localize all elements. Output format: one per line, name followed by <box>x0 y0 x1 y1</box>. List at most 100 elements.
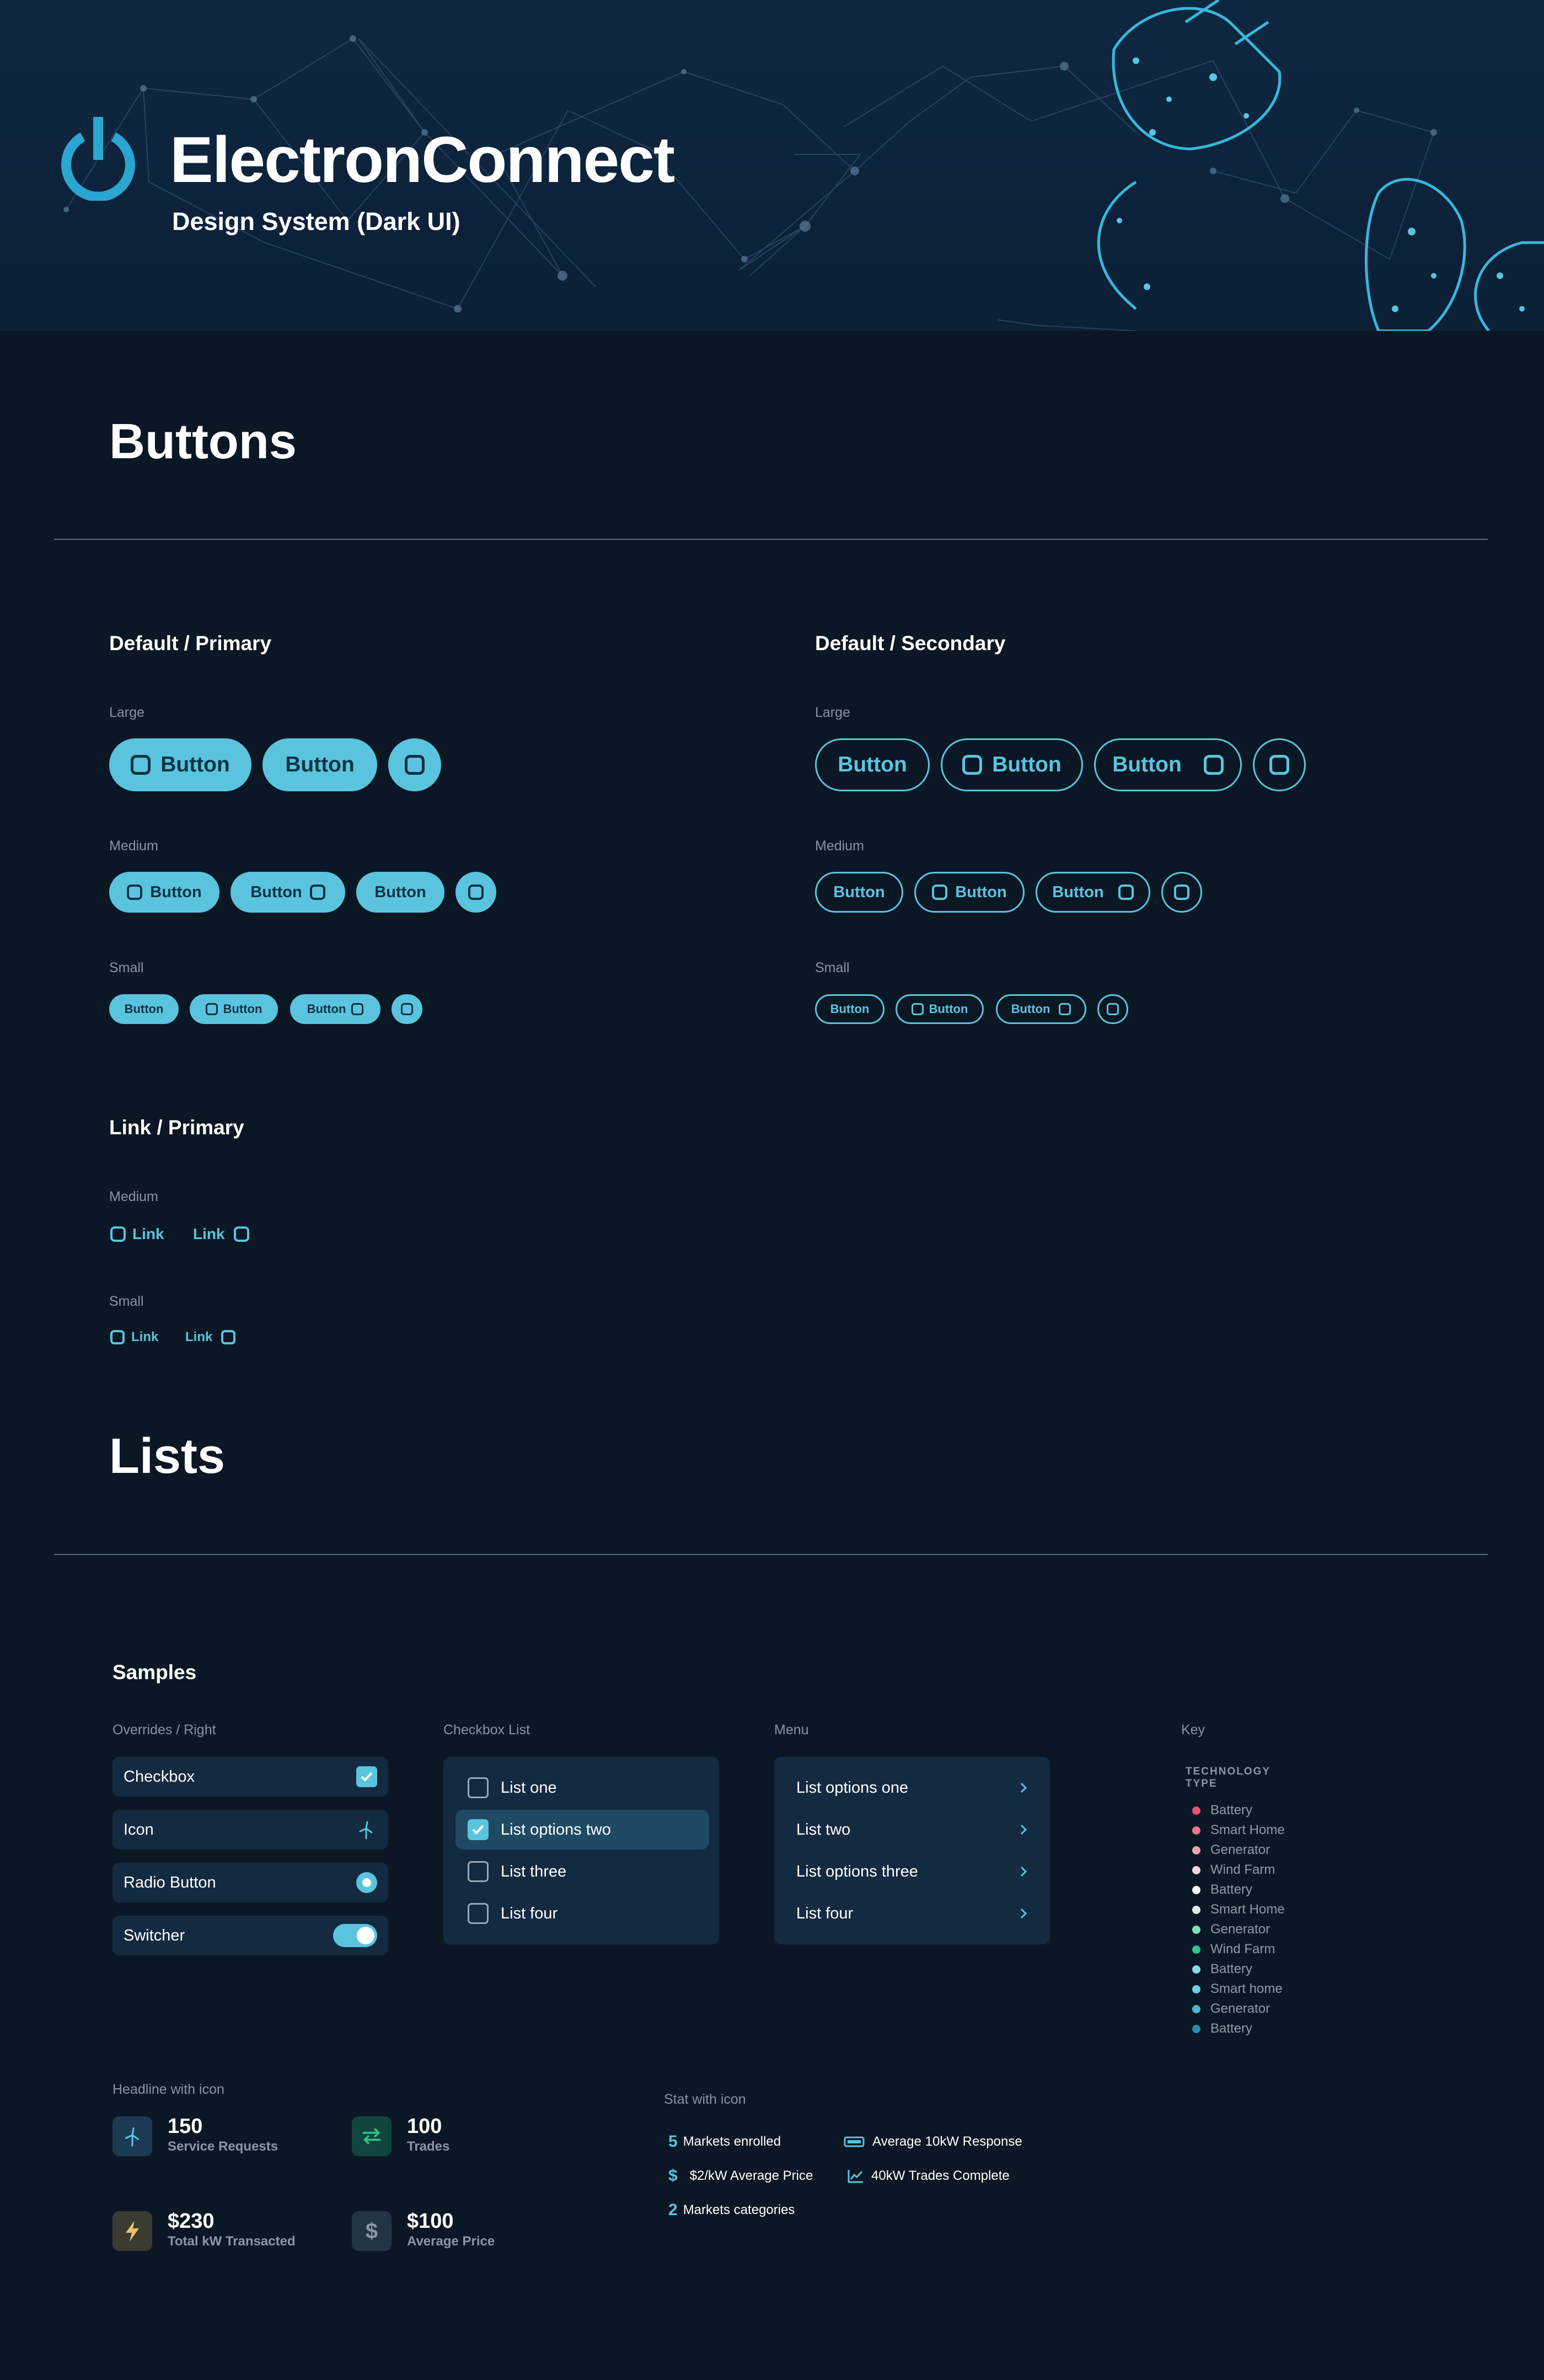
primary-medium-button-icon-right[interactable]: Button <box>230 872 345 913</box>
primary-small-icon-button[interactable] <box>392 994 422 1024</box>
primary-medium-button[interactable]: Button <box>356 872 444 913</box>
radio-button[interactable] <box>356 1872 377 1893</box>
list-item-icon[interactable]: Icon <box>112 1810 388 1850</box>
primary-medium-icon-button[interactable] <box>455 872 496 913</box>
stat-text: $2/kW Average Price <box>689 2168 813 2183</box>
link-group-title: Link / Primary <box>109 1116 244 1139</box>
checkbox-icon[interactable] <box>468 1861 489 1882</box>
list-item-switcher[interactable]: Switcher <box>112 1916 388 1955</box>
checkbox-list-item[interactable]: List one <box>455 1768 709 1808</box>
primary-large-button[interactable]: Button <box>262 738 377 791</box>
primary-large-icon-button[interactable] <box>388 738 441 791</box>
secondary-large-button-icon-left[interactable]: Button <box>941 738 1083 791</box>
key-legend-label: Battery <box>1210 1961 1253 1976</box>
link-label: Link <box>131 1330 159 1344</box>
link-label: Link <box>193 1225 225 1242</box>
primary-small-button[interactable]: Button <box>109 994 179 1024</box>
list-item-label: List one <box>501 1778 557 1797</box>
key-legend-label: Smart home <box>1210 1981 1283 1996</box>
secondary-large-icon-button[interactable] <box>1253 738 1306 791</box>
checkbox-checked-icon[interactable] <box>468 1819 489 1840</box>
menu-item[interactable]: List four <box>774 1894 1050 1933</box>
headline-caption: Service Requests <box>168 2139 278 2154</box>
link-medium-icon-left[interactable]: Link <box>110 1223 164 1245</box>
primary-small-button-icon-left[interactable]: Button <box>190 994 278 1024</box>
square-icon <box>110 1226 126 1242</box>
key-legend-item: Smart home <box>1192 1981 1283 1997</box>
menu-label: Menu <box>774 1722 809 1738</box>
lightning-icon <box>112 2211 152 2251</box>
key-legend-label: Generator <box>1210 1842 1270 1857</box>
brand-title: ElectronConnect <box>170 124 675 196</box>
menu-item[interactable]: List options one <box>774 1768 1050 1808</box>
list-item-checkbox[interactable]: Checkbox <box>112 1757 388 1797</box>
button-label: Button <box>1052 883 1104 901</box>
secondary-medium-icon-button[interactable] <box>1161 872 1202 913</box>
key-legend-label: Wind Farm <box>1210 1862 1275 1877</box>
secondary-small-button-icon-left[interactable]: Button <box>896 994 984 1024</box>
stat-item: 40kW Trades Complete <box>847 2166 1010 2186</box>
link-label: Link <box>132 1225 164 1242</box>
button-label: Button <box>1112 753 1182 776</box>
key-legend-label: Battery <box>1210 2021 1253 2036</box>
square-icon <box>1059 1003 1071 1015</box>
key-legend-item: Battery <box>1192 1802 1252 1819</box>
checkbox-list-item[interactable]: List four <box>455 1894 709 1933</box>
button-label: Button <box>374 883 426 901</box>
buttons-section-title: Buttons <box>109 414 297 469</box>
secondary-medium-button-icon-left[interactable]: Button <box>914 872 1025 913</box>
checkbox-list-item[interactable]: List three <box>455 1852 709 1891</box>
button-label: Button <box>830 1002 870 1016</box>
list-item-label: List options two <box>501 1820 611 1838</box>
list-item-label: List three <box>501 1862 567 1880</box>
menu-item-label: List two <box>796 1820 851 1838</box>
button-label: Button <box>838 753 907 776</box>
secondary-medium-button-icon-right[interactable]: Button <box>1036 872 1150 913</box>
checkbox-icon[interactable] <box>468 1777 489 1798</box>
link-small-icon-left[interactable]: Link <box>110 1327 158 1347</box>
secondary-large-button-icon-right[interactable]: Button <box>1094 738 1242 791</box>
headline-value: $230 <box>168 2210 215 2233</box>
square-icon <box>205 1003 218 1015</box>
menu-item[interactable]: List two <box>774 1810 1050 1850</box>
secondary-large-button[interactable]: Button <box>815 738 930 791</box>
header-banner: ElectronConnect Design System (Dark UI) <box>0 0 1544 331</box>
checkbox-checked-icon[interactable] <box>356 1766 377 1787</box>
key-legend-item: Battery <box>1192 2020 1252 2037</box>
line-chart-icon <box>848 2170 863 2183</box>
divider <box>54 1554 1488 1555</box>
swap-arrows-icon <box>352 2116 392 2156</box>
list-item-radio-button[interactable]: Radio Button <box>112 1863 388 1902</box>
primary-small-button-icon-right[interactable]: Button <box>290 994 380 1024</box>
key-legend-label: Smart Home <box>1210 1902 1285 1917</box>
secondary-small-icon-button[interactable] <box>1097 994 1128 1024</box>
list-item-label: List four <box>501 1904 558 1922</box>
square-icon <box>401 1003 413 1015</box>
chevron-right-icon <box>1020 1908 1027 1919</box>
secondary-small-button[interactable]: Button <box>815 994 884 1024</box>
headline-caption: Trades <box>407 2139 450 2154</box>
primary-small-label: Small <box>109 960 144 975</box>
primary-medium-button-icon-left[interactable]: Button <box>109 872 219 913</box>
key-legend-label: Generator <box>1210 2001 1270 2016</box>
secondary-group-title: Default / Secondary <box>815 632 1006 655</box>
toggle-switch[interactable] <box>333 1924 377 1947</box>
legend-dot-icon <box>1192 1925 1200 1934</box>
checkbox-list-item[interactable]: List options two <box>455 1810 709 1850</box>
key-heading: TECHNOLOGY TYPE <box>1186 1766 1271 1789</box>
divider <box>54 539 1488 540</box>
primary-large-button-icon-left[interactable]: Button <box>109 738 251 791</box>
secondary-medium-button[interactable]: Button <box>815 872 903 913</box>
square-icon <box>127 885 143 900</box>
key-legend-item: Generator <box>1192 1842 1270 1858</box>
secondary-small-button-icon-right[interactable]: Button <box>996 994 1086 1024</box>
checkbox-icon[interactable] <box>468 1903 489 1924</box>
list-item-label: Switcher <box>124 1926 185 1944</box>
link-medium-icon-right[interactable]: Link <box>193 1223 249 1245</box>
secondary-large-label: Large <box>815 705 850 720</box>
link-small-icon-right[interactable]: Link <box>185 1327 236 1347</box>
square-icon <box>911 1003 924 1015</box>
legend-dot-icon <box>1192 1965 1200 1974</box>
key-legend-item: Battery <box>1192 1882 1252 1898</box>
menu-item[interactable]: List options three <box>774 1852 1050 1891</box>
